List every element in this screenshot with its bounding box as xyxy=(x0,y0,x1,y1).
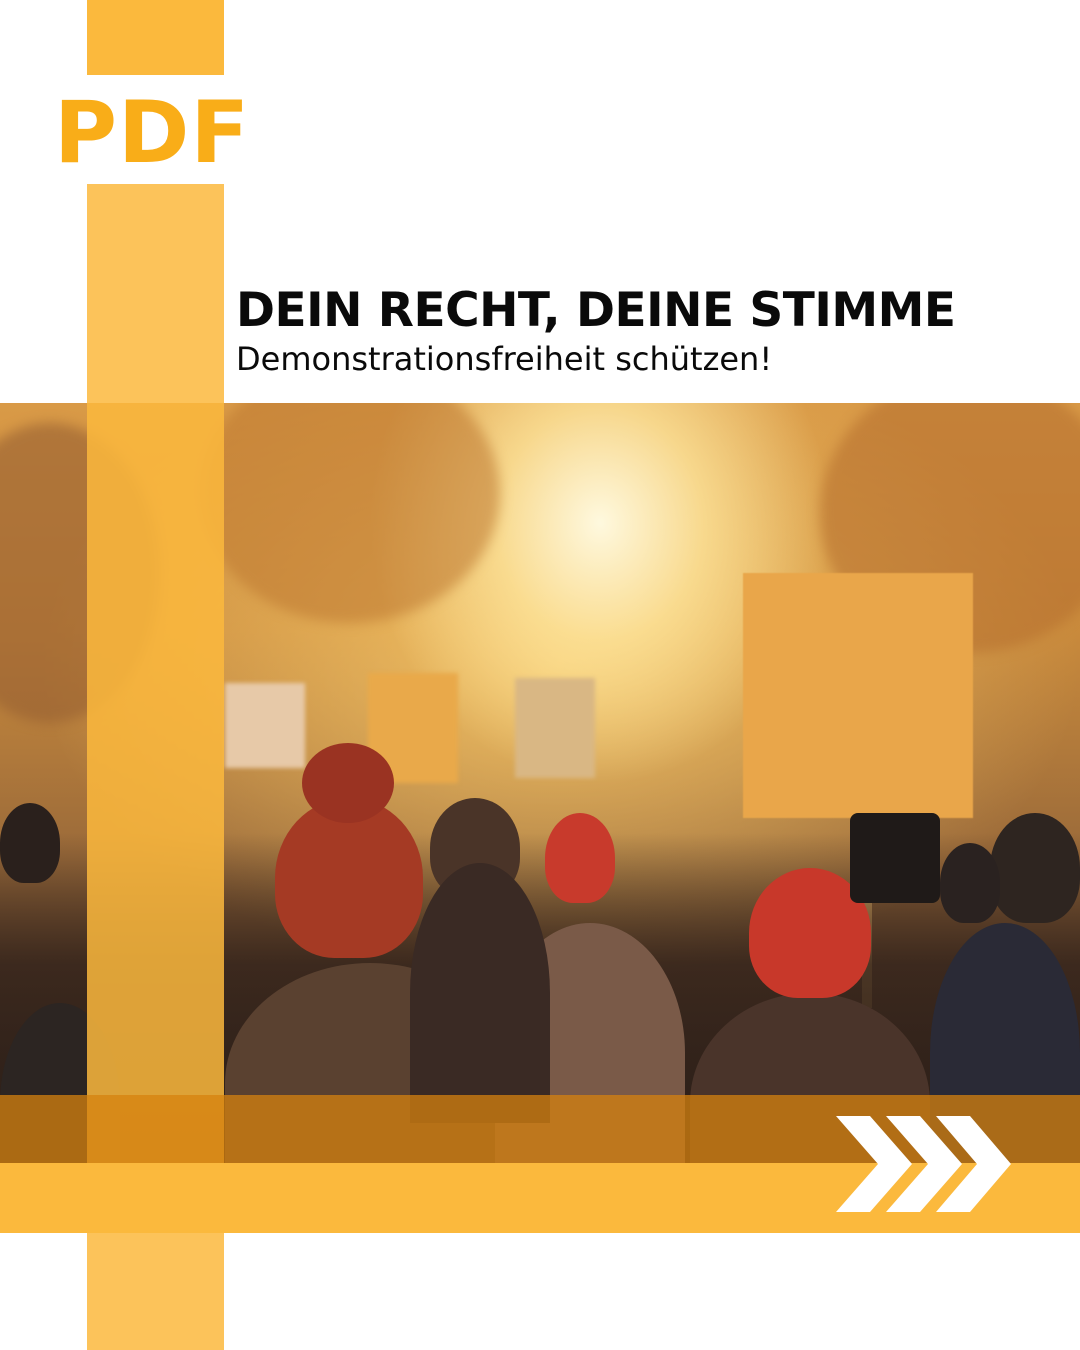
triple-chevron-right-icon xyxy=(836,1116,1011,1212)
accent-strip-top xyxy=(87,0,224,75)
page-title: DEIN RECHT, DEINE STIMME xyxy=(236,283,956,338)
pdf-logo: PDF xyxy=(54,83,251,183)
page-subtitle: Demonstrationsfreiheit schützen! xyxy=(236,340,773,378)
